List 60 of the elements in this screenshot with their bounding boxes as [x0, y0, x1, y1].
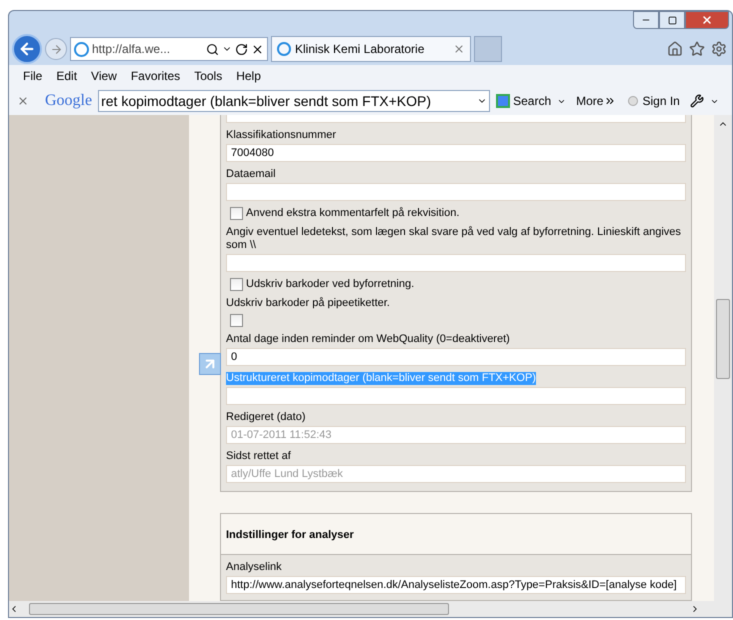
- back-button[interactable]: [12, 34, 42, 64]
- address-bar[interactable]: http://alfa.we...: [70, 37, 268, 61]
- checkbox-label: Udskriv barkoder ved byforretning.: [246, 278, 414, 291]
- forward-button[interactable]: [45, 38, 67, 60]
- menu-item[interactable]: Edit: [56, 67, 78, 85]
- input-field[interactable]: [226, 387, 686, 405]
- address-text: http://alfa.we...: [92, 41, 170, 58]
- field-label: Sidst rettet af: [226, 450, 291, 463]
- field-label: Ustruktureret kopimodtager (blank=bliver sendt som FTX+KOP): [226, 372, 536, 385]
- menu-item[interactable]: Favorites: [130, 67, 180, 85]
- forward-arrow-icon: [50, 42, 62, 56]
- search-icon[interactable]: [206, 42, 219, 56]
- browser-tab[interactable]: Klinisk Kemi Laboratorie: [271, 36, 471, 62]
- field-label: Redigeret (dato): [226, 411, 306, 424]
- google-logo: Google: [45, 91, 92, 111]
- menu-item[interactable]: Tools: [194, 67, 222, 85]
- chevrons-icon[interactable]: [604, 95, 616, 107]
- more-button[interactable]: More: [576, 92, 604, 110]
- section-title: Indstillinger for analyser: [226, 529, 354, 541]
- checkbox[interactable]: [230, 314, 243, 327]
- wrench-icon[interactable]: [690, 94, 704, 108]
- field-label: Antal dage inden reminder om WebQuality (0=deaktiveret): [226, 333, 510, 346]
- checkbox-label: Udskriv barkoder på pipeetiketter.: [226, 297, 391, 310]
- home-icon[interactable]: [667, 41, 683, 57]
- maximize-button[interactable]: [659, 11, 685, 29]
- star-icon[interactable]: [689, 41, 705, 57]
- browser-logo-icon: [277, 42, 291, 56]
- field-label: Klassifikationsnummer: [226, 129, 336, 142]
- close-icon: [701, 14, 713, 26]
- checkbox[interactable]: [230, 278, 243, 291]
- settings-icon[interactable]: [711, 41, 727, 57]
- maximize-icon: [668, 16, 676, 24]
- field-label: Analyselink: [226, 561, 282, 574]
- checkbox-label: Anvend ekstra kommentarfelt på rekvisition.: [246, 207, 460, 220]
- input-field[interactable]: [226, 254, 686, 272]
- close-button[interactable]: [685, 11, 729, 29]
- search-button[interactable]: Search: [513, 92, 552, 110]
- popout-icon[interactable]: [199, 353, 221, 375]
- close-icon[interactable]: [251, 42, 264, 56]
- input-field[interactable]: 7004080: [226, 144, 686, 162]
- menu-item[interactable]: File: [23, 67, 42, 85]
- menu-item[interactable]: Help: [236, 67, 261, 85]
- google-search-icon: [496, 94, 510, 108]
- scrollbar-thumb[interactable]: [29, 603, 449, 615]
- input-field[interactable]: 0: [226, 348, 686, 366]
- field-label: Dataemail: [226, 168, 276, 181]
- field-label: Angiv eventuel ledetekst, som lægen skal svare på ved valg af byforretning. Linieskift angives som \\: [226, 226, 682, 252]
- input-field[interactable]: [226, 183, 686, 201]
- sign-in-link[interactable]: Sign In: [642, 92, 680, 110]
- user-icon: [628, 96, 638, 106]
- scrollbar-thumb[interactable]: [716, 299, 730, 379]
- input-field[interactable]: [226, 115, 686, 123]
- refresh-icon[interactable]: [235, 42, 248, 56]
- browser-logo-icon: [74, 42, 89, 56]
- vertical-scrollbar[interactable]: [714, 115, 732, 617]
- search-field[interactable]: ret kopimodtager (blank=bliver sendt som FTX+KOP): [98, 90, 490, 112]
- input-field[interactable]: http://www.analyseforteqnelsen.dk/AnalyselisteZoom.asp?Type=Praksis&ID=[analyse kode]: [226, 576, 686, 594]
- menu-item[interactable]: View: [91, 67, 117, 85]
- checkbox[interactable]: [230, 207, 243, 220]
- horizontal-scrollbar[interactable]: [9, 601, 714, 617]
